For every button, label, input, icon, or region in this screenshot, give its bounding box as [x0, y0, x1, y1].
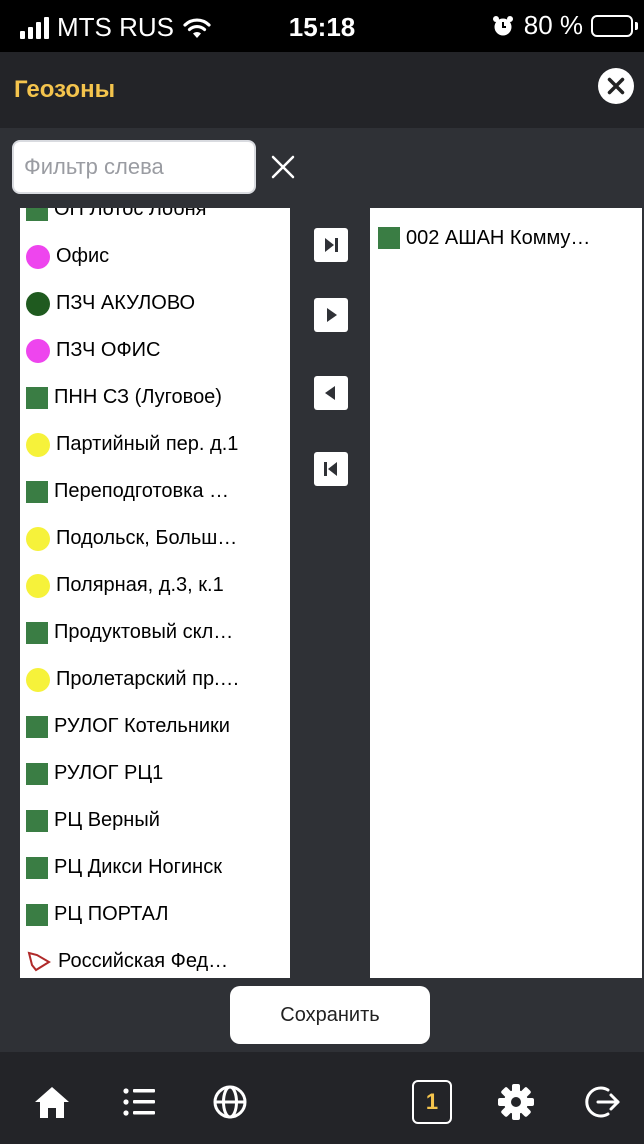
circle-zone-icon — [26, 244, 50, 269]
square-zone-icon — [26, 208, 48, 221]
list-item[interactable]: ПНН СЗ (Луговое) — [20, 374, 290, 421]
counter-badge[interactable]: 1 — [412, 1080, 452, 1124]
list-item-label: ПЗЧ АКУЛОВО — [56, 292, 196, 314]
polygon-zone-icon — [27, 951, 51, 971]
left-list[interactable]: ОП Лотос Лобня Офис ПЗЧ АКУЛОВО ПЗЧ ОФИС ПНН… — [20, 208, 290, 978]
status-right: 80 % — [492, 10, 638, 41]
list-item[interactable]: Переподготовка … — [20, 468, 290, 515]
list-item[interactable]: РЦ Дикси Ногинск — [20, 844, 290, 891]
list-item[interactable]: РЦ ПОРТАЛ — [20, 891, 290, 938]
list-item-label: РУЛОГ Котельники — [54, 715, 230, 737]
circle-zone-icon — [26, 573, 50, 598]
list-item[interactable]: Подольск, Больш… — [20, 515, 290, 562]
list-item-label: РЦ Дикси Ногинск — [54, 856, 222, 878]
list-item[interactable]: Продуктовый скл… — [20, 609, 290, 656]
circle-zone-icon — [26, 338, 50, 363]
circle-zone-icon — [26, 667, 50, 692]
list-item-label: 002 АШАН Комму… — [406, 226, 591, 249]
circle-zone-icon — [26, 432, 50, 457]
list-item[interactable]: 002 АШАН Комму… — [370, 216, 642, 260]
globe-icon[interactable] — [210, 1082, 250, 1122]
list-item[interactable]: РУЛОГ РЦ1 — [20, 750, 290, 797]
list-item[interactable]: РЦ Верный — [20, 797, 290, 844]
list-item-label: Российская Фед… — [58, 950, 229, 972]
status-bar: MTS RUS 15:18 80 % — [0, 0, 644, 52]
last-icon — [325, 238, 338, 252]
circle-zone-icon — [26, 526, 50, 551]
move-left-button[interactable] — [314, 376, 348, 410]
right-list[interactable]: 002 АШАН Комму… — [370, 208, 642, 978]
list-item-label: РУЛОГ РЦ1 — [54, 762, 164, 784]
close-button[interactable] — [598, 68, 634, 104]
move-all-left-button[interactable] — [314, 452, 348, 486]
list-item-label: Пролетарский пр.… — [56, 668, 240, 690]
page-title: Геозоны — [14, 76, 116, 103]
bottom-nav: 1 — [0, 1052, 644, 1144]
home-icon[interactable] — [32, 1082, 72, 1122]
list-item[interactable]: ОП Лотос Лобня — [20, 208, 290, 233]
save-button[interactable]: Сохранить — [230, 986, 430, 1044]
square-zone-icon — [26, 386, 48, 409]
battery-percent: 80 % — [523, 10, 583, 40]
play-left-icon — [325, 386, 335, 400]
battery-icon — [591, 14, 638, 37]
square-zone-icon — [26, 809, 48, 832]
first-icon — [324, 462, 337, 476]
list-item[interactable]: ПЗЧ ОФИС — [20, 327, 290, 374]
header: Геозоны — [0, 52, 644, 128]
list-item[interactable]: Пролетарский пр.… — [20, 656, 290, 703]
list-item-label: ПНН СЗ (Луговое) — [54, 386, 222, 408]
list-item[interactable]: Полярная, д.3, к.1 — [20, 562, 290, 609]
right-list-items: 002 АШАН Комму… — [370, 216, 642, 260]
move-right-button[interactable] — [314, 298, 348, 332]
list-item[interactable]: Офис — [20, 233, 290, 280]
alarm-icon — [492, 15, 513, 35]
list-item-label: ПЗЧ ОФИС — [56, 339, 161, 361]
list-item-label: Переподготовка … — [54, 480, 230, 502]
list-icon[interactable] — [120, 1082, 160, 1122]
list-item-label: Полярная, д.3, к.1 — [56, 574, 224, 596]
list-item-label: Продуктовый скл… — [54, 621, 234, 643]
list-item-label: РЦ ПОРТАЛ — [54, 903, 169, 925]
play-right-icon — [327, 308, 337, 322]
list-item-label: ОП Лотос Лобня — [54, 208, 207, 220]
list-item-label: РЦ Верный — [54, 809, 160, 831]
list-item[interactable]: ПЗЧ АКУЛОВО — [20, 280, 290, 327]
square-zone-icon — [26, 621, 48, 644]
square-zone-icon — [26, 903, 48, 926]
list-item-label: Офис — [56, 245, 110, 267]
list-item-label: Подольск, Больш… — [56, 527, 238, 549]
filter-input[interactable] — [12, 140, 256, 194]
list-item[interactable]: РУЛОГ Котельники — [20, 703, 290, 750]
square-zone-icon — [26, 762, 48, 785]
square-zone-icon — [26, 856, 48, 879]
close-icon — [607, 77, 625, 95]
list-item-label: Партийный пер. д.1 — [56, 433, 239, 455]
list-item[interactable]: Российская Фед… — [20, 938, 290, 978]
square-zone-icon — [26, 480, 48, 503]
left-list-items: ОП Лотос Лобня Офис ПЗЧ АКУЛОВО ПЗЧ ОФИС ПНН… — [20, 208, 290, 978]
logout-icon[interactable] — [582, 1082, 622, 1122]
square-zone-icon — [378, 227, 400, 249]
gear-icon[interactable] — [496, 1082, 536, 1122]
move-all-right-button[interactable] — [314, 228, 348, 262]
clear-filter-icon[interactable] — [266, 150, 300, 184]
square-zone-icon — [26, 715, 48, 738]
list-item[interactable]: Партийный пер. д.1 — [20, 421, 290, 468]
circle-zone-icon — [26, 291, 50, 316]
